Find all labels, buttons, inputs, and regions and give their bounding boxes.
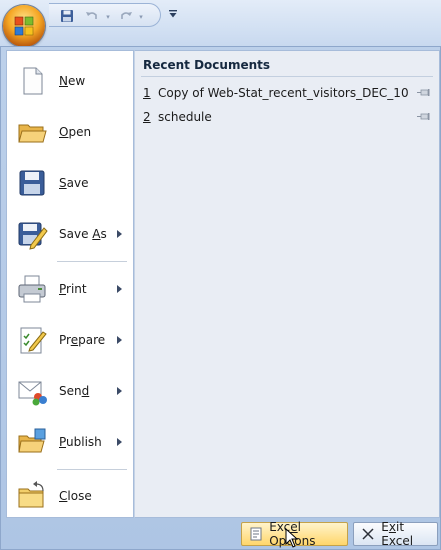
submenu-arrow-icon (117, 285, 122, 293)
exit-excel-label: Exit Excel (381, 520, 414, 548)
send-icon (18, 381, 47, 406)
recent-divider (141, 76, 433, 77)
recent-documents-pane: Recent Documents 1 Copy of Web-Stat_rece… (134, 50, 440, 518)
menu-item-publish[interactable]: Publish (7, 417, 133, 467)
recent-document-number: 1 (143, 86, 151, 100)
menu-item-label: Save (59, 176, 89, 190)
menu-item-save[interactable]: Save (7, 158, 133, 208)
new-document-icon (23, 67, 43, 95)
recent-documents-title: Recent Documents (143, 58, 271, 72)
open-folder-icon (18, 124, 47, 143)
redo-icon[interactable] (117, 7, 135, 25)
menu-divider (57, 469, 127, 470)
menu-item-print[interactable]: Print (7, 264, 133, 314)
close-icon (360, 526, 375, 542)
menu-item-label: Publish (59, 435, 102, 449)
recent-document-number: 2 (143, 110, 151, 124)
menu-item-send[interactable]: Send (7, 366, 133, 416)
quick-access-toolbar: ▾ ▾ (49, 3, 161, 27)
exit-excel-button[interactable]: Exit Excel (353, 520, 438, 548)
menu-item-label: Open (59, 125, 92, 139)
save-disk-icon (19, 170, 45, 196)
recent-document-name: schedule (158, 110, 212, 124)
submenu-arrow-icon (117, 230, 122, 238)
menu-item-label: Prepare (59, 333, 106, 347)
mouse-cursor-icon (285, 528, 299, 548)
printer-icon (18, 275, 46, 303)
save-icon[interactable] (58, 7, 76, 25)
menu-item-save-as[interactable]: Save As (7, 209, 133, 259)
office-logo-icon (14, 16, 34, 36)
menu-item-close[interactable]: Close (7, 471, 133, 521)
recent-document-item[interactable]: 1 Copy of Web-Stat_recent_visitors_DEC_1… (143, 83, 433, 103)
menu-item-label: Print (59, 282, 87, 296)
prepare-icon (20, 327, 47, 354)
recent-document-name: Copy of Web-Stat_recent_visitors_DEC_10_… (158, 86, 408, 100)
undo-icon[interactable] (83, 7, 101, 25)
menu-item-new[interactable]: New (7, 56, 133, 106)
submenu-arrow-icon (117, 336, 122, 344)
publish-icon (18, 428, 46, 453)
undo-dropdown-icon[interactable]: ▾ (104, 13, 112, 21)
close-folder-icon (18, 481, 44, 508)
menu-commands-pane: New Open Save Save As Print Prepare Send… (6, 50, 134, 518)
menu-item-open[interactable]: Open (7, 107, 133, 157)
title-strip: ▾ ▾ (0, 0, 441, 50)
recent-document-item[interactable]: 2 schedule (143, 107, 433, 127)
pin-icon[interactable] (417, 111, 431, 123)
menu-item-label: Save As (59, 227, 107, 241)
submenu-arrow-icon (117, 387, 122, 395)
menu-item-label: New (59, 74, 86, 88)
submenu-arrow-icon (117, 438, 122, 446)
redo-dropdown-icon[interactable]: ▾ (137, 13, 145, 21)
office-menu: New Open Save Save As Print Prepare Send… (0, 46, 441, 550)
office-button[interactable] (3, 5, 45, 47)
menu-item-prepare[interactable]: Prepare (7, 315, 133, 365)
options-icon (248, 526, 263, 542)
menu-item-label: Send (59, 384, 90, 398)
pin-icon[interactable] (417, 87, 431, 99)
menu-item-label: Close (59, 489, 92, 503)
save-as-icon (18, 222, 48, 250)
customize-toolbar-icon[interactable] (166, 5, 180, 23)
menu-divider (57, 261, 127, 262)
excel-options-label: Excel Options (269, 520, 315, 548)
